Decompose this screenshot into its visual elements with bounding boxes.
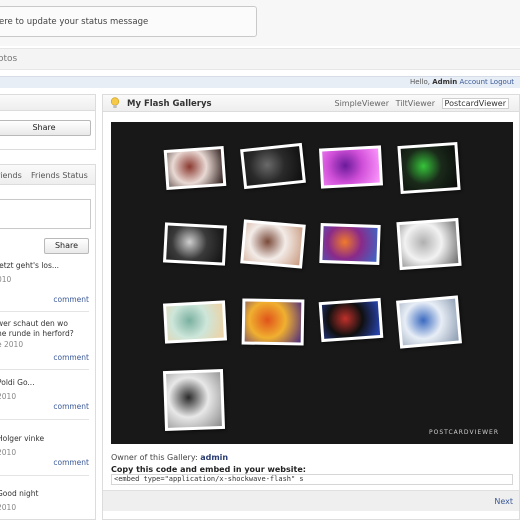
thumbnail-image	[399, 298, 459, 346]
section-bar: otos	[0, 48, 520, 70]
tab-postcardviewer[interactable]: PostcardViewer	[441, 98, 509, 109]
left-share-panel: Share	[0, 94, 96, 150]
gallery-header: My Flash Gallerys SimpleViewer TiltViewe…	[103, 95, 519, 112]
thumbnail-image	[321, 301, 381, 339]
user-bar: Hello, Admin Account Logout	[0, 76, 520, 88]
owner-line: Owner of this Gallery: admin	[111, 453, 228, 462]
divider	[0, 369, 89, 370]
photo-dark-concert[interactable]	[240, 142, 306, 190]
status-placeholder: ere to update your status message	[0, 17, 149, 27]
photo-bw-collage[interactable]	[162, 222, 228, 266]
thumbnail-image	[166, 372, 222, 428]
thumbnail-image	[243, 222, 303, 266]
photo-woman-portrait[interactable]	[240, 219, 306, 269]
thumbnail-image	[322, 148, 380, 186]
thumbnail-image	[244, 301, 302, 343]
comment-link[interactable]: comment	[53, 295, 89, 304]
comment-link[interactable]: comment	[53, 353, 89, 362]
username: Admin	[432, 78, 458, 86]
tab-simpleviewer[interactable]: SimpleViewer	[335, 99, 390, 108]
status-area: ere to update your status message	[0, 0, 520, 46]
comment-link[interactable]: comment	[53, 402, 89, 411]
account-link[interactable]: Account	[460, 78, 488, 86]
tab-friends[interactable]: riends	[0, 171, 22, 180]
logout-link[interactable]: Logout	[490, 78, 514, 86]
next-link[interactable]: Next	[494, 497, 513, 506]
feed-item: wer schaut den wo ne runde in herford? e…	[0, 319, 89, 362]
thumbnail-image	[399, 221, 459, 267]
photo-bw-polaroids[interactable]	[162, 368, 226, 432]
panel-header	[0, 95, 95, 111]
divider	[0, 419, 89, 420]
thumbnail-image	[166, 303, 224, 341]
photo-pastel-art[interactable]	[162, 300, 228, 344]
feed-date: e 2010	[0, 340, 24, 349]
photo-green-dj[interactable]	[397, 141, 461, 195]
feed-text-2: ne runde in herford?	[0, 329, 74, 338]
feed-item: Holger vinke 2010 comment	[0, 434, 89, 467]
thumbnail-image	[166, 149, 224, 187]
viewer-tabs: SimpleViewer TiltViewer PostcardViewer	[331, 98, 509, 109]
status-input[interactable]: ere to update your status message	[0, 6, 257, 37]
embed-code-field[interactable]: <embed type="application/x-shockwave-fla…	[111, 474, 513, 485]
feed-text: Good night	[0, 489, 39, 498]
status-textarea[interactable]	[0, 199, 91, 229]
thumbnail-image	[166, 225, 224, 263]
feed-item: jetzt geht's los... 010 comment	[0, 261, 89, 304]
photo-white-figure[interactable]	[396, 217, 462, 271]
embed-label: Copy this code and embed in your website…	[111, 465, 306, 474]
feed-text: Holger vinke	[0, 434, 45, 443]
gallery-panel: My Flash Gallerys SimpleViewer TiltViewe…	[102, 94, 520, 520]
divider	[0, 311, 89, 312]
feed-text: wer schaut den wo	[0, 319, 68, 328]
photo-colorful-swirl[interactable]	[319, 222, 381, 266]
divider	[0, 475, 89, 476]
photo-orange-graphic[interactable]	[241, 298, 305, 346]
feed-text: Poldi Go...	[0, 378, 35, 387]
thumbnail-image	[243, 146, 303, 186]
comment-link[interactable]: comment	[53, 458, 89, 467]
share-button[interactable]: Share	[0, 120, 91, 136]
section-title: otos	[0, 54, 18, 64]
feed-item: Poldi Go... 2010 comment	[0, 378, 89, 411]
share-status-button[interactable]: Share	[44, 238, 89, 254]
photo-red-hair-portrait[interactable]	[163, 145, 227, 191]
lightbulb-icon	[110, 97, 120, 108]
photo-blue-club[interactable]	[396, 295, 462, 349]
photo-purple-stage-lights[interactable]	[318, 145, 384, 189]
gallery-footer: Next	[103, 490, 519, 511]
friends-panel: riends Friends Status Share jetzt geht's…	[0, 164, 96, 520]
feed-item: Good night 2010	[0, 489, 89, 514]
feed-text: jetzt geht's los...	[0, 261, 60, 270]
feed-date: 010	[0, 275, 12, 284]
gallery-title: My Flash Gallerys	[127, 99, 212, 109]
thumbnail-image	[400, 145, 458, 191]
tab-tiltviewer[interactable]: TiltViewer	[396, 99, 435, 108]
tab-friends-status[interactable]: Friends Status	[31, 171, 88, 180]
friends-tabs: riends Friends Status	[0, 165, 95, 185]
feed-date: 2010	[0, 503, 17, 512]
photo-dark-party[interactable]	[318, 297, 384, 343]
hello-label: Hello,	[409, 78, 430, 86]
thumbnail-image	[322, 226, 378, 262]
owner-name[interactable]: admin	[200, 453, 228, 462]
owner-label: Owner of this Gallery:	[111, 453, 198, 462]
postcard-viewer-stage[interactable]: POSTCARDVIEWER	[111, 122, 513, 444]
postcardviewer-logo: POSTCARDVIEWER	[429, 429, 499, 436]
